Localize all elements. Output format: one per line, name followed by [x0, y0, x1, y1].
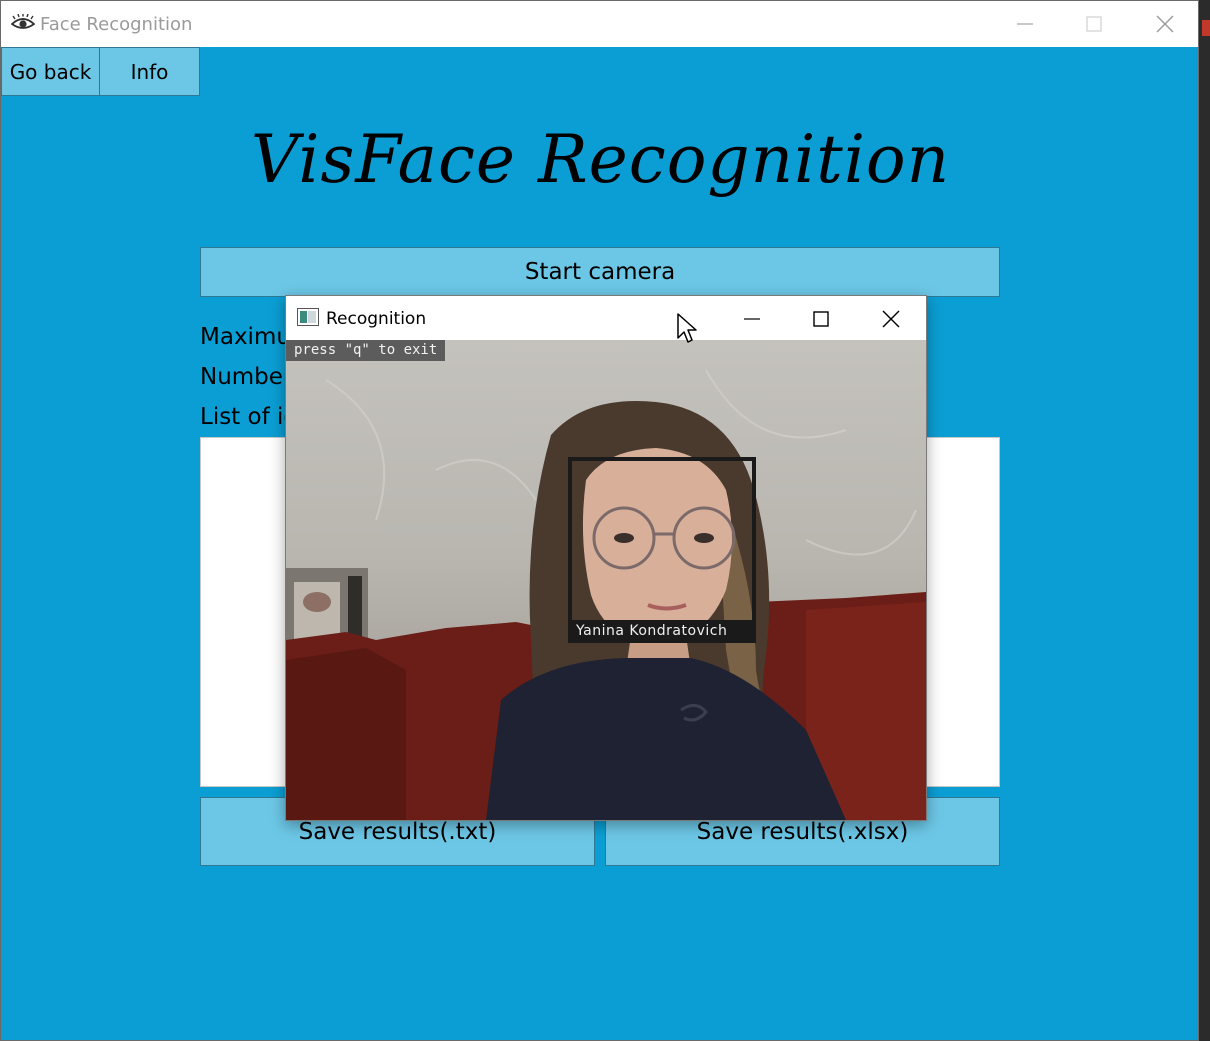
recognition-window: Recognition press "q" to exit Yanina Kon… [285, 295, 927, 821]
close-button[interactable] [1148, 9, 1182, 39]
maximize-icon [1086, 16, 1102, 32]
start-camera-button[interactable]: Start camera [200, 247, 1000, 297]
go-back-button[interactable]: Go back [1, 47, 100, 96]
number-label: Number [200, 364, 293, 390]
close-icon [1156, 15, 1174, 33]
minimize-button[interactable] [1008, 9, 1042, 39]
recognition-close-button[interactable] [871, 302, 911, 334]
window-title: Face Recognition [40, 14, 193, 35]
recognition-titlebar: Recognition [286, 296, 926, 340]
background-marker [1202, 20, 1210, 36]
info-button[interactable]: Info [99, 47, 200, 96]
maximize-button[interactable] [1077, 9, 1111, 39]
minimize-icon [1017, 23, 1033, 25]
eye-icon [11, 14, 35, 29]
close-icon [882, 310, 900, 328]
recognition-title: Recognition [326, 309, 427, 329]
minimize-icon [744, 318, 760, 320]
window-app-icon [297, 308, 319, 326]
list-label: List of id [200, 404, 298, 430]
app-heading: VisFace Recognition [250, 121, 951, 198]
recognition-maximize-button[interactable] [801, 302, 841, 334]
maximize-icon [813, 311, 829, 327]
camera-feed: press "q" to exit Yanina Kondratovich [286, 340, 926, 820]
face-bounding-box [568, 457, 756, 643]
background-app-strip [1199, 0, 1210, 1041]
face-name-label: Yanina Kondratovich [568, 620, 756, 643]
recognition-minimize-button[interactable] [732, 302, 772, 334]
window-titlebar: Face Recognition [1, 1, 1198, 47]
mouse-pointer-icon [677, 313, 697, 343]
exit-hint-label: press "q" to exit [286, 340, 446, 361]
